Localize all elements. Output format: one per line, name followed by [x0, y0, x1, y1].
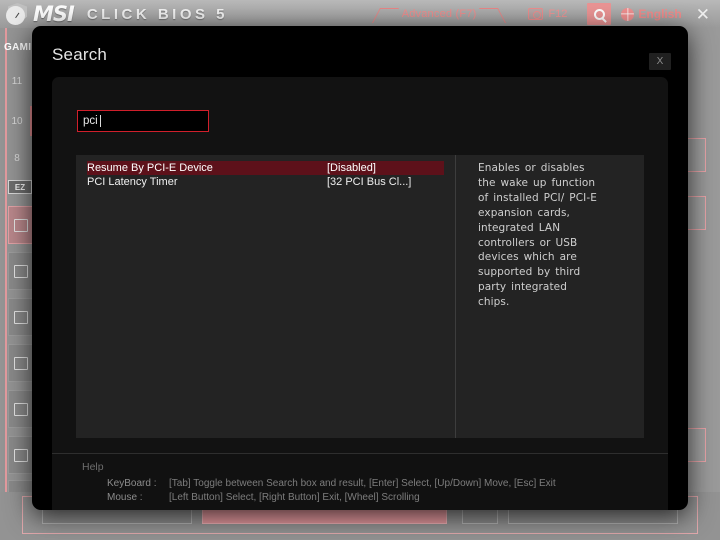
flag-icon: [14, 448, 28, 462]
sidebar-item-favorites[interactable]: [8, 436, 34, 474]
chip-icon: [14, 264, 28, 278]
brand-name: MSI: [33, 2, 75, 26]
globe-icon: [621, 7, 635, 21]
sidebar-item-boot[interactable]: [8, 298, 34, 336]
search-dialog: Search X pci Resume By PCI-E Device [Dis…: [32, 26, 688, 510]
result-name: Resume By PCI-E Device: [87, 162, 213, 174]
text-caret: [99, 115, 101, 127]
keyboard-label: KeyBoard :: [107, 478, 157, 489]
sidebar-number-8: 8: [14, 153, 20, 164]
close-icon[interactable]: ✕: [696, 6, 710, 23]
mouse-label: Mouse :: [107, 492, 143, 503]
result-name: PCI Latency Timer: [87, 176, 178, 188]
monitor-icon: [14, 218, 28, 232]
language-label: English: [638, 7, 682, 21]
dialog-close-button[interactable]: X: [649, 53, 671, 70]
sidebar-number-11: 11: [11, 76, 23, 87]
search-button[interactable]: [587, 3, 612, 25]
drive-icon: [14, 402, 28, 416]
result-row-pci-latency-timer[interactable]: PCI Latency Timer [32 PCI Bus Cl...]: [87, 175, 444, 189]
screenshot-key-label: F12: [548, 8, 568, 20]
help-label: Help: [82, 461, 104, 473]
ez-mode-button[interactable]: EZ: [8, 180, 32, 194]
dialog-body: pci Resume By PCI-E Device [Disabled] PC…: [52, 77, 668, 453]
sidebar-item-storage[interactable]: [8, 390, 34, 428]
mouse-help-line: Mouse : [Left Button] Select, [Right Butt…: [107, 492, 420, 503]
stack-icon: [14, 310, 28, 324]
keyboard-help-text: [Tab] Toggle between Search box and resu…: [169, 478, 556, 489]
sidebar-item-hardware-monitor[interactable]: [8, 344, 34, 382]
sidebar-number-10: 10: [11, 116, 23, 127]
dialog-footer: Help KeyBoard : [Tab] Toggle between Sear…: [52, 453, 668, 510]
keyboard-help-line: KeyBoard : [Tab] Toggle between Search bo…: [107, 478, 556, 489]
result-value: [32 PCI Bus Cl...]: [327, 176, 412, 188]
footer-separator: [52, 453, 668, 454]
fan-icon: [14, 356, 28, 370]
sidebar-accent-line: [5, 28, 7, 540]
clock-icon: [6, 6, 25, 25]
sidebar-item-overclock[interactable]: [8, 252, 34, 290]
camera-icon: [528, 8, 544, 20]
gaming-label: GAMI: [4, 42, 32, 53]
advanced-mode-button[interactable]: Advanced (F7): [372, 5, 507, 23]
sidebar-item-settings[interactable]: [8, 206, 34, 244]
search-icon: [593, 8, 605, 20]
msi-logo: MSI CLICK BIOS 5: [0, 2, 228, 26]
results-list[interactable]: Resume By PCI-E Device [Disabled] PCI La…: [76, 155, 455, 438]
dialog-title: Search: [52, 45, 108, 64]
product-name: CLICK BIOS 5: [86, 5, 229, 23]
mouse-help-text: [Left Button] Select, [Right Button] Exi…: [169, 492, 420, 503]
language-selector[interactable]: English: [621, 7, 682, 21]
top-header-bar: MSI CLICK BIOS 5 Advanced (F7) F12 Engli…: [0, 0, 720, 28]
help-description-panel: Enables or disables the wake up function…: [456, 155, 644, 438]
search-input-value: pci: [83, 115, 98, 127]
result-row-resume-by-pcie-device[interactable]: Resume By PCI-E Device [Disabled]: [87, 161, 444, 175]
header-actions: Advanced (F7) F12 English ✕: [372, 0, 720, 28]
result-value: [Disabled]: [327, 162, 376, 174]
screenshot-button[interactable]: F12: [528, 8, 567, 20]
search-input[interactable]: pci: [77, 110, 209, 132]
bios-screen: MSI CLICK BIOS 5 Advanced (F7) F12 Engli…: [0, 0, 720, 540]
help-description-text: Enables or disables the wake up function…: [478, 162, 597, 309]
results-container: Resume By PCI-E Device [Disabled] PCI La…: [76, 155, 644, 438]
